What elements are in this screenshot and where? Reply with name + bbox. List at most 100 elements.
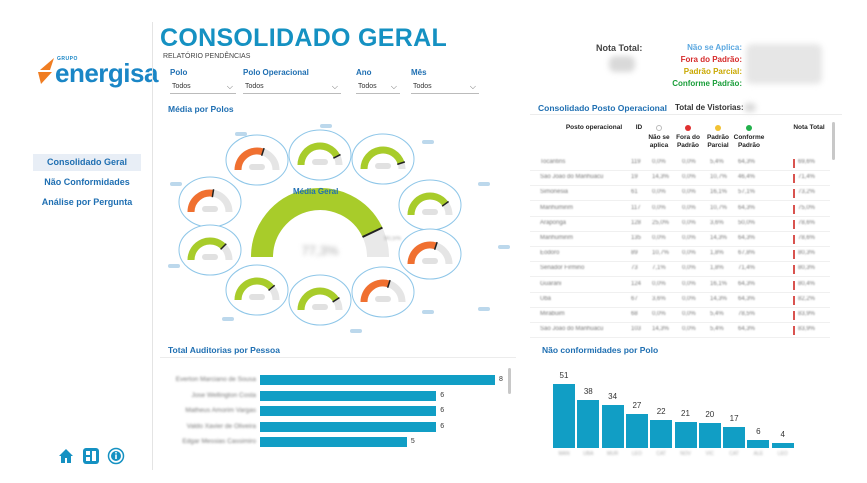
auditoria-bar[interactable] [260,375,495,385]
table-row[interactable]: Eodoro 89 10,7% 0,0% 1,8% 67,8% 80,3% [530,247,830,263]
home-icon[interactable] [57,447,75,465]
table-cell: 0,0% [682,189,696,196]
table-row[interactable]: Manhumirim 117 0,0% 0,0% 10,7% 64,3% 75,0% [530,202,830,217]
table-cell: 1,8% [710,250,724,257]
nao-conformidade-category: MUR [606,451,619,457]
filter-ano-select[interactable]: Todos ⌵ [356,80,400,94]
table-cell: 64,3% [738,326,756,333]
table-cell: 80,3% [798,265,816,272]
table-row[interactable]: Tocantins 119 0,0% 0,0% 5,4% 64,3% 69,6% [530,156,830,171]
info-icon[interactable] [107,447,125,465]
filter-polo-operacional-select[interactable]: Todos ⌵ [243,80,341,94]
polo-label-blurred [422,140,434,144]
total-vistorias-value-blurred [744,103,756,112]
table-cell: Simonesia [540,189,569,196]
table-row[interactable]: Guarani 124 0,0% 0,0% 16,1% 64,3% 80,4% [530,278,830,293]
auditoria-bar-value: 8 [499,376,503,383]
table-cell: 3,6% [652,295,666,302]
nao-conformidade-bar[interactable] [553,384,575,448]
table-cell: Senador Firmino [540,265,585,272]
table-row[interactable]: Mirabuim 68 0,0% 0,0% 5,4% 78,5% 83,9% [530,308,830,323]
nota-total-bar [793,326,795,336]
table-cell: 103 [631,326,642,333]
dashboard-icon[interactable] [82,447,100,465]
auditoria-bar[interactable] [260,390,437,401]
nao-conformidade-bar[interactable] [723,426,746,448]
table-cell: 71,4% [738,265,756,272]
polo-gauge-value-blurred [312,159,328,165]
polo-gauge-ring [178,224,242,276]
nao-conformidade-bar[interactable] [601,405,624,448]
table-row[interactable]: Senador Firmino 73 7,1% 0,0% 1,8% 71,4% 80,3% [530,262,830,278]
nav-consolidado-geral[interactable]: Consolidado Geral [33,154,141,171]
polo-gauge-ring [398,228,462,280]
nota-total-bar [793,204,795,214]
nota-total-bar [793,189,795,199]
auditoria-bar[interactable] [260,421,437,432]
col-conforme-padrao[interactable]: Conforme Padrão [733,134,765,150]
auditoria-bar[interactable] [260,437,407,447]
nota-total-bar [793,280,795,290]
table-cell: 64,3% [738,280,756,287]
col-fora-do-padrao[interactable]: Fora do Padrão [675,134,701,150]
table-cell: Araponga [540,219,567,226]
nao-conformidade-value: 22 [656,407,666,417]
polo-gauge-value-blurred [375,296,391,302]
filter-mes-select[interactable]: Todos ⌵ [411,80,479,94]
nao-conformidade-value: 38 [583,387,593,397]
nao-conformidade-bar[interactable] [747,440,770,448]
table-cell: 67 [631,295,638,302]
table-scrollbar[interactable] [832,122,835,160]
table-cell: 0,0% [682,159,696,165]
nao-conformidade-bar[interactable] [698,422,721,448]
col-nota-total[interactable]: Nota Total [788,124,830,132]
auditorias-scrollbar[interactable] [508,368,511,394]
nao-conformidade-bar[interactable] [650,420,673,448]
table-row[interactable]: Ubá 67 3,6% 0,0% 14,3% 64,3% 82,2% [530,293,830,308]
polo-label-blurred [222,317,234,321]
polo-gauge-ring [178,176,242,228]
table-row[interactable]: Araponga 128 25,0% 0,0% 3,6% 50,0% 78,6% [530,217,830,232]
nao-conformidade-bar[interactable] [577,400,600,448]
table-cell: 78,5% [738,311,756,317]
dot-padrao-parcial-icon [715,125,721,131]
table-cell: Sao Joao do Manhuacu [540,326,604,333]
table-cell: 14,3% [652,326,670,333]
nav-nao-conformidades[interactable]: Não Conformidades [33,174,141,191]
col-id[interactable]: ID [632,124,646,132]
legend-values-blurred [746,44,822,84]
auditoria-bar[interactable] [260,406,437,416]
auditoria-bar-value: 6 [440,422,445,430]
table-cell: 14,3% [652,174,670,181]
polo-gauge-value-blurred [202,206,218,212]
filter-polo-value: Todos [172,83,191,90]
table-row[interactable]: Sao Joao do Manhuacu 19 14,3% 0,0% 10,7% 46,4… [530,171,830,187]
consolidado-divider [530,114,842,115]
filter-polo-select[interactable]: Todos ⌵ [170,80,236,94]
media-geral-value: 77,3% [302,243,339,258]
dot-conforme-padrao-icon [746,125,752,131]
col-posto-operacional[interactable]: Posto operacional [561,124,627,132]
polo-gauge-value-blurred [422,258,438,264]
table-row[interactable]: Manhumirim 135 0,0% 0,0% 14,3% 64,3% 78,6% [530,232,830,247]
table-row[interactable]: Sao Joao do Manhuacu 103 14,3% 0,0% 5,4% 64,3… [530,323,830,339]
table-cell: 7,1% [652,265,666,272]
nav-analise-por-pergunta[interactable]: Análise por Pergunta [33,194,141,211]
table-cell: Sao Joao do Manhuacu [540,174,604,181]
nao-conformidade-category: MAN [558,451,570,457]
table-row[interactable]: Simonesia 61 0,0% 0,0% 16,1% 57,1% 73,2% [530,186,830,202]
nao-conformidade-category: ALE [753,451,764,457]
table-cell: 83,9% [798,326,816,333]
polo-label-blurred [478,182,490,186]
col-nao-se-aplica[interactable]: Não se aplica [646,134,672,150]
nao-conformidade-bar[interactable] [771,442,794,448]
table-cell: 78,6% [798,235,816,241]
table-cell: 0,0% [682,174,696,181]
nao-conformidade-bar[interactable] [625,414,648,448]
polo-gauge-ring [288,274,352,326]
col-padrao-parcial[interactable]: Padrão Parcial [704,134,732,150]
chevron-down-icon: ⌵ [469,82,476,91]
table-cell: Manhumirim [540,235,574,241]
nao-conformidade-bar[interactable] [674,421,697,448]
nao-conformidade-category: VIC [705,451,714,457]
